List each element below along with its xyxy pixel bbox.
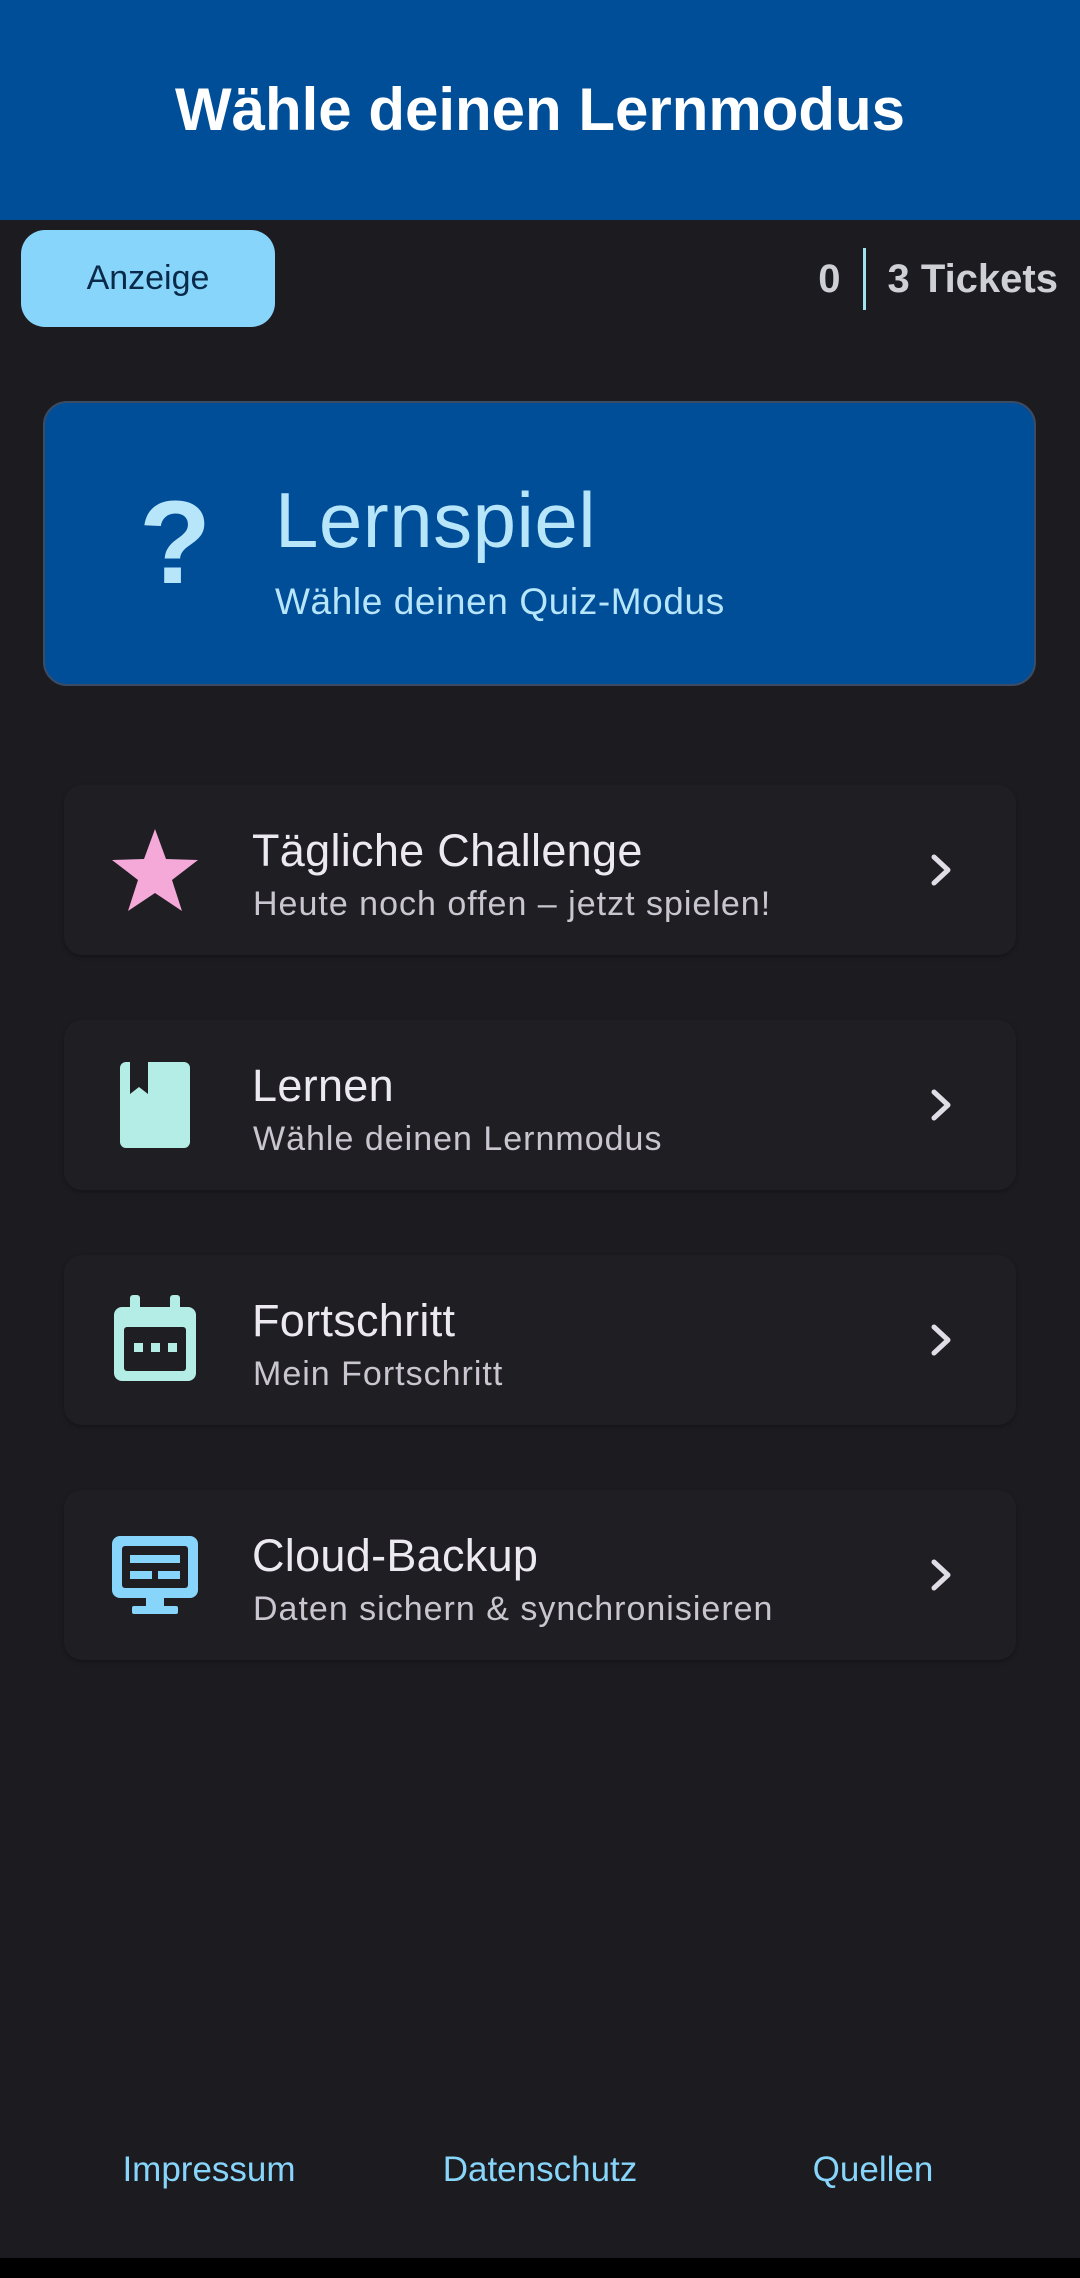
ticket-divider: [862, 248, 866, 310]
page-title: Wähle deinen Lernmodus: [174, 75, 906, 143]
app-header: Wähle deinen Lernmodus: [0, 0, 1080, 220]
menu-item-daily-challenge[interactable]: Tägliche Challenge Heute noch offen – je…: [64, 785, 1016, 955]
calendar-icon: [114, 1295, 196, 1381]
chevron-right-icon: [931, 1559, 951, 1591]
menu-item-title: Lernen: [252, 1060, 394, 1111]
ticket-counter: 0 3 Tickets: [818, 248, 1058, 310]
ad-button[interactable]: Anzeige: [21, 230, 275, 327]
menu-item-cloud-backup[interactable]: Cloud-Backup Daten sichern & synchronisi…: [64, 1490, 1016, 1660]
hero-subtitle: Wähle deinen Quiz-Modus: [275, 581, 725, 622]
menu-item-learn[interactable]: Lernen Wähle deinen Lernmodus: [64, 1020, 1016, 1190]
chevron-right-icon: [931, 1089, 951, 1121]
hero-title: Lernspiel: [275, 476, 597, 564]
ticket-count: 0: [818, 256, 841, 301]
menu-item-title: Tägliche Challenge: [252, 825, 643, 876]
star-icon: [112, 829, 198, 911]
tickets-label: 3 Tickets: [887, 256, 1059, 301]
menu-item-progress[interactable]: Fortschritt Mein Fortschritt: [64, 1255, 1016, 1425]
app-screen: Wähle deinen Lernmodus Anzeige 0 3 Ticke…: [0, 0, 1080, 2258]
menu-item-subtitle: Wähle deinen Lernmodus: [253, 1120, 663, 1158]
learn-game-card[interactable]: ? Lernspiel Wähle deinen Quiz-Modus: [43, 401, 1036, 686]
book-icon: [120, 1062, 190, 1148]
menu-item-title: Fortschritt: [252, 1295, 456, 1346]
monitor-icon: [112, 1536, 198, 1614]
menu-item-subtitle: Mein Fortschritt: [253, 1355, 504, 1393]
quellen-link[interactable]: Quellen: [800, 2150, 946, 2190]
datenschutz-link[interactable]: Datenschutz: [430, 2150, 650, 2190]
menu-item-title: Cloud-Backup: [252, 1530, 539, 1581]
impressum-link[interactable]: Impressum: [100, 2150, 318, 2190]
chevron-right-icon: [931, 854, 951, 886]
chevron-right-icon: [931, 1324, 951, 1356]
menu-item-subtitle: Daten sichern & synchronisieren: [253, 1590, 774, 1628]
menu-item-subtitle: Heute noch offen – jetzt spielen!: [253, 885, 772, 923]
question-mark-icon: ?: [138, 477, 212, 609]
